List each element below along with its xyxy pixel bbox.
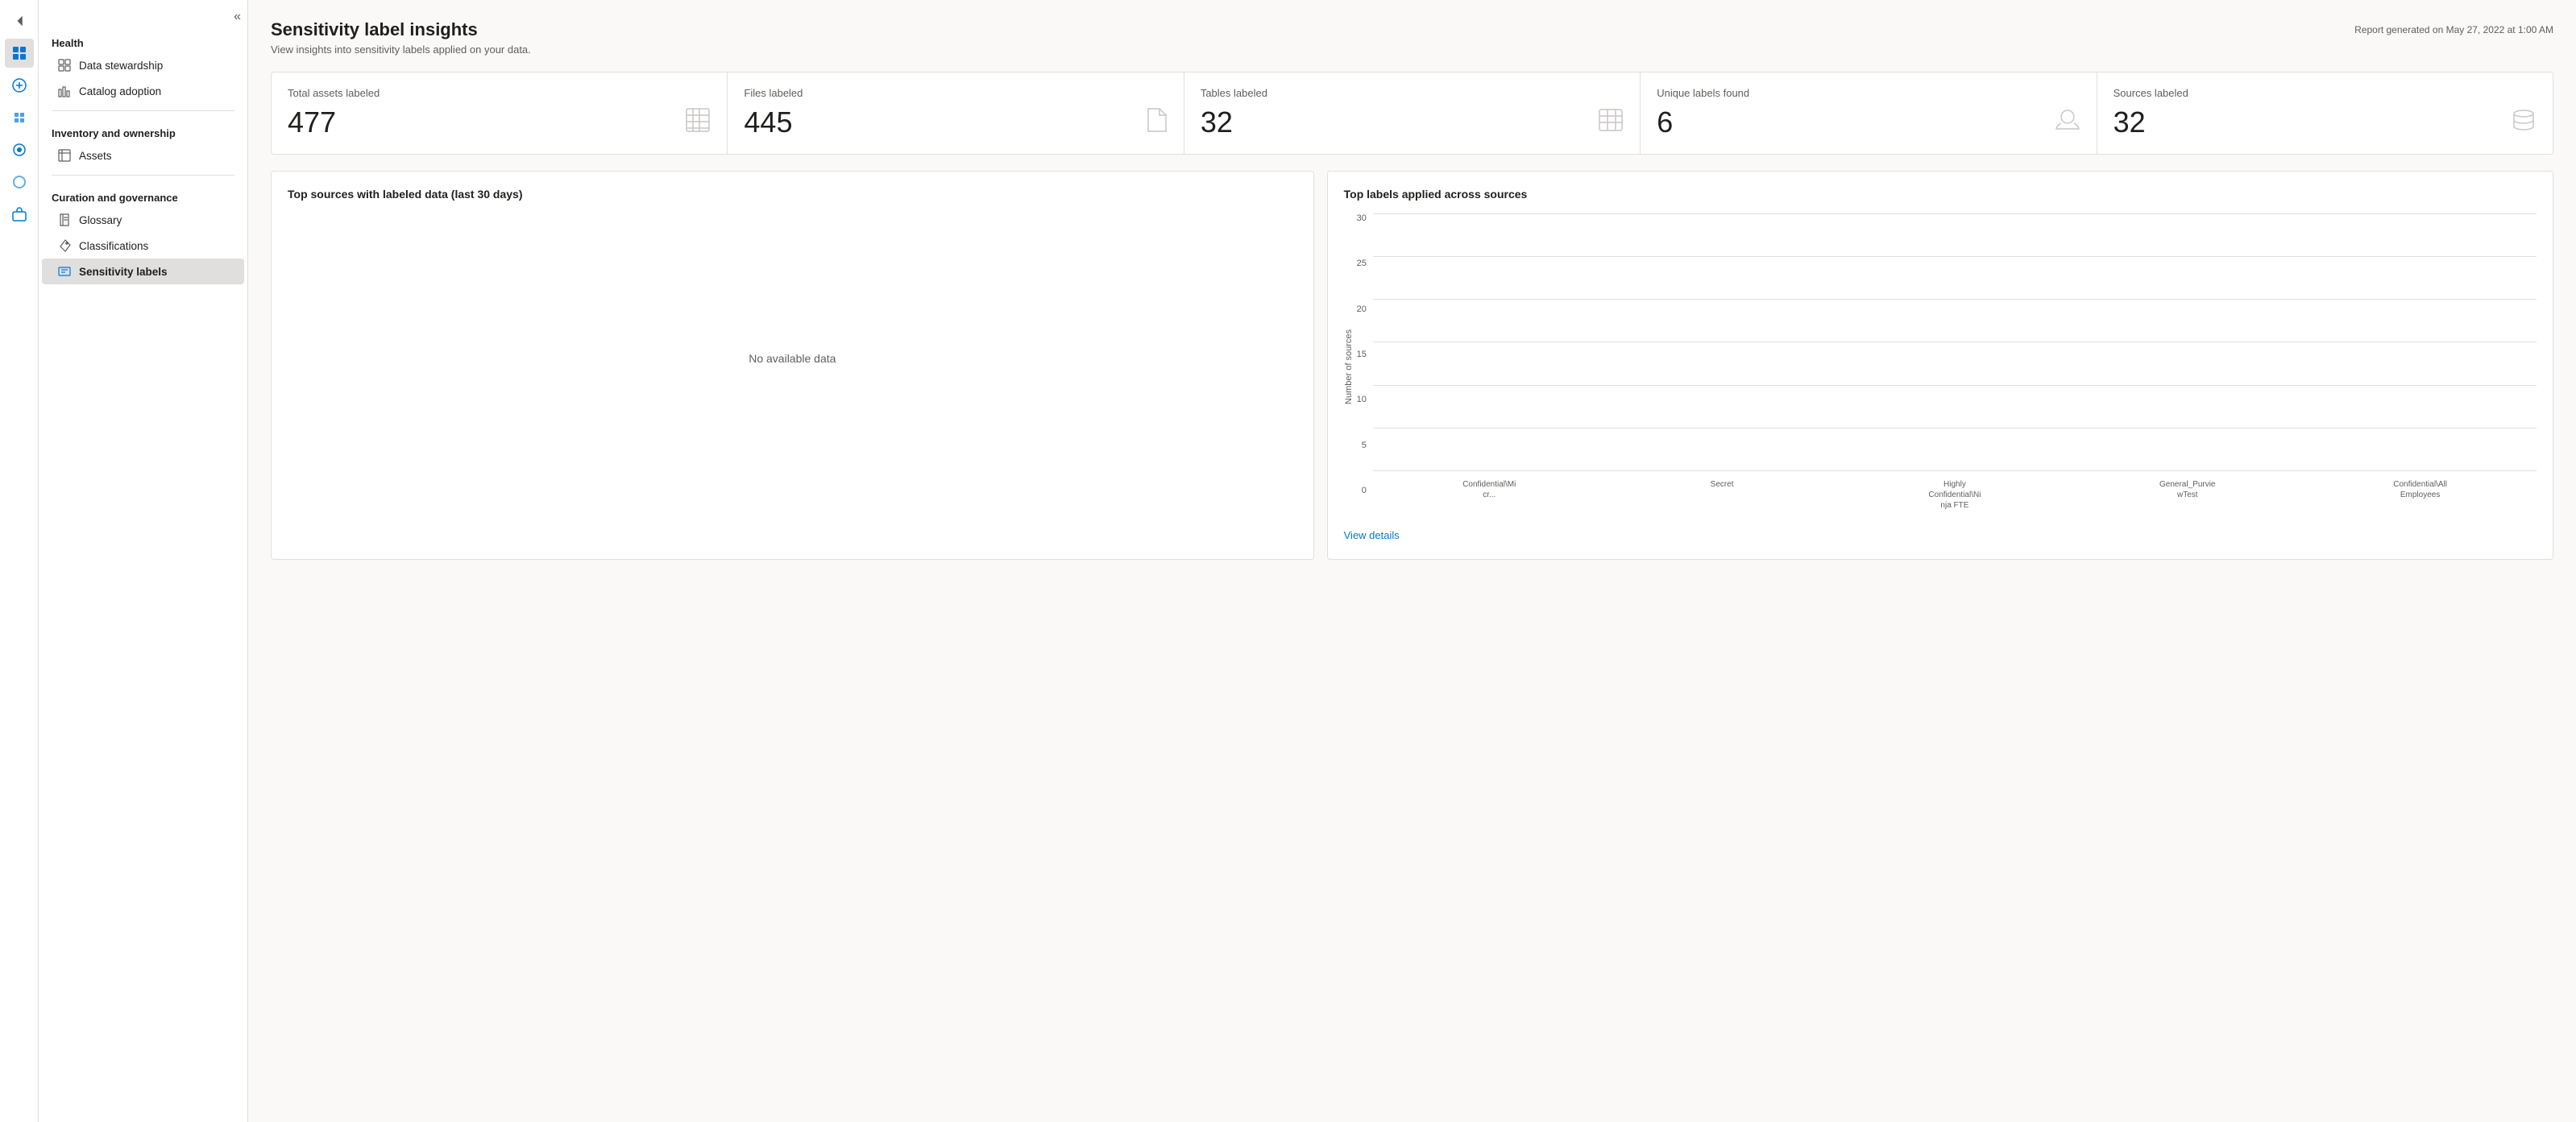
y-label-15: 15 [1357,350,1367,359]
bar-chart-area: Number of sources 30 25 20 15 10 5 0 [1344,213,2537,520]
x-label-0: Confidential\Micr... [1381,471,1598,520]
y-label-30: 30 [1357,213,1367,223]
stat-total-assets: Total assets labeled 477 [272,72,728,154]
insights-nav-icon[interactable] [5,135,34,164]
chart-bar-icon [58,85,71,97]
table-icon [58,149,71,162]
sensitivity-label-icon [58,265,71,278]
top-sources-chart-card: Top sources with labeled data (last 30 d… [271,171,1314,560]
stat-total-assets-label: Total assets labeled [288,87,711,99]
sidebar: « Health Data stewardship Catalog adopti… [39,0,248,1122]
stat-sources-labeled-label: Sources labeled [2113,87,2537,99]
sidebar-item-assets-label: Assets [79,150,112,162]
y-axis-title: Number of sources [1344,329,1354,404]
stats-row: Total assets labeled 477 Files labeled [271,72,2553,155]
page-header: Sensitivity label insights View insights… [271,19,2553,56]
x-label-4: Confidential\All Employees [2312,471,2528,520]
grid-icon [58,59,71,72]
y-label-0: 0 [1362,486,1367,495]
stat-tables-labeled-label: Tables labeled [1201,87,1624,99]
y-label-25: 25 [1357,259,1367,268]
stat-sources-labeled: Sources labeled 32 [2097,72,2553,154]
table-grid-stat-icon [685,107,711,139]
x-label-3: General_PurviewTest [2079,471,2296,520]
stat-files-labeled-label: Files labeled [744,87,1167,99]
charts-row: Top sources with labeled data (last 30 d… [271,171,2553,560]
y-axis: 30 25 20 15 10 5 0 [1357,213,1373,520]
label-stat-icon [2055,107,2080,139]
chart-plot: Confidential\Micr... Secret Highly Confide… [1373,213,2537,520]
sidebar-item-classifications-label: Classifications [79,240,148,252]
book-icon [58,213,71,226]
y-label-5: 5 [1362,441,1367,450]
x-label-1: Secret [1614,471,1831,520]
file-stat-icon [1145,107,1168,139]
table-stat-icon [1598,108,1624,138]
catalog-nav-icon[interactable] [5,71,34,100]
sidebar-collapse-button[interactable]: « [234,10,241,24]
view-details-link[interactable]: View details [1344,529,1400,541]
manage-nav-icon[interactable] [5,168,34,197]
top-labels-chart-card: Top labels applied across sources Number… [1327,171,2553,560]
stat-unique-labels-value: 6 [1657,106,1673,139]
sidebar-item-sensitivity-labels[interactable]: Sensitivity labels [42,259,244,284]
stat-unique-labels-label: Unique labels found [1657,87,2080,99]
x-label-2: Highly Confidential\Ninja FTE [1847,471,2064,520]
sidebar-item-data-stewardship-label: Data stewardship [79,60,163,72]
stat-total-assets-value: 477 [288,106,336,139]
stat-unique-labels: Unique labels found 6 [1641,72,2097,154]
stat-tables-labeled: Tables labeled 32 [1184,72,1641,154]
main-content: Sensitivity label insights View insights… [248,0,2576,1122]
home-nav-icon[interactable] [5,39,34,68]
briefcase-nav-icon[interactable] [5,200,34,229]
sidebar-section-health: Health [39,27,247,52]
stat-tables-labeled-value: 32 [1201,106,1233,139]
sidebar-section-curation: Curation and governance [39,182,247,207]
tag-icon [58,239,71,252]
top-labels-chart-title: Top labels applied across sources [1344,188,2537,201]
page-title: Sensitivity label insights [271,19,531,40]
sidebar-divider-2 [52,175,234,176]
sidebar-item-data-stewardship[interactable]: Data stewardship [42,52,244,78]
page-subtitle: View insights into sensitivity labels ap… [271,43,531,56]
stat-sources-labeled-value: 32 [2113,106,2146,139]
report-generated-text: Report generated on May 27, 2022 at 1:00… [2354,24,2553,35]
sidebar-item-glossary[interactable]: Glossary [42,207,244,233]
sidebar-item-assets[interactable]: Assets [42,143,244,168]
icon-rail [0,0,39,1122]
y-label-20: 20 [1357,304,1367,314]
sidebar-divider-1 [52,110,234,111]
sidebar-item-classifications[interactable]: Classifications [42,233,244,259]
sidebar-item-catalog-adoption-label: Catalog adoption [79,85,161,97]
sidebar-item-catalog-adoption[interactable]: Catalog adoption [42,78,244,104]
sidebar-item-glossary-label: Glossary [79,214,122,226]
bars-container [1373,213,2537,471]
collapse-rail-button[interactable] [5,6,34,35]
data-nav-icon[interactable] [5,103,34,132]
top-sources-chart-title: Top sources with labeled data (last 30 d… [288,188,1297,201]
no-data-text: No available data [288,213,1297,503]
x-labels: Confidential\Micr... Secret Highly Confide… [1373,471,2537,520]
sidebar-section-inventory: Inventory and ownership [39,118,247,143]
stat-files-labeled: Files labeled 445 [728,72,1184,154]
y-label-10: 10 [1357,395,1367,404]
stat-files-labeled-value: 445 [744,106,792,139]
database-stat-icon [2511,107,2537,139]
sidebar-item-sensitivity-labels-label: Sensitivity labels [79,266,168,278]
